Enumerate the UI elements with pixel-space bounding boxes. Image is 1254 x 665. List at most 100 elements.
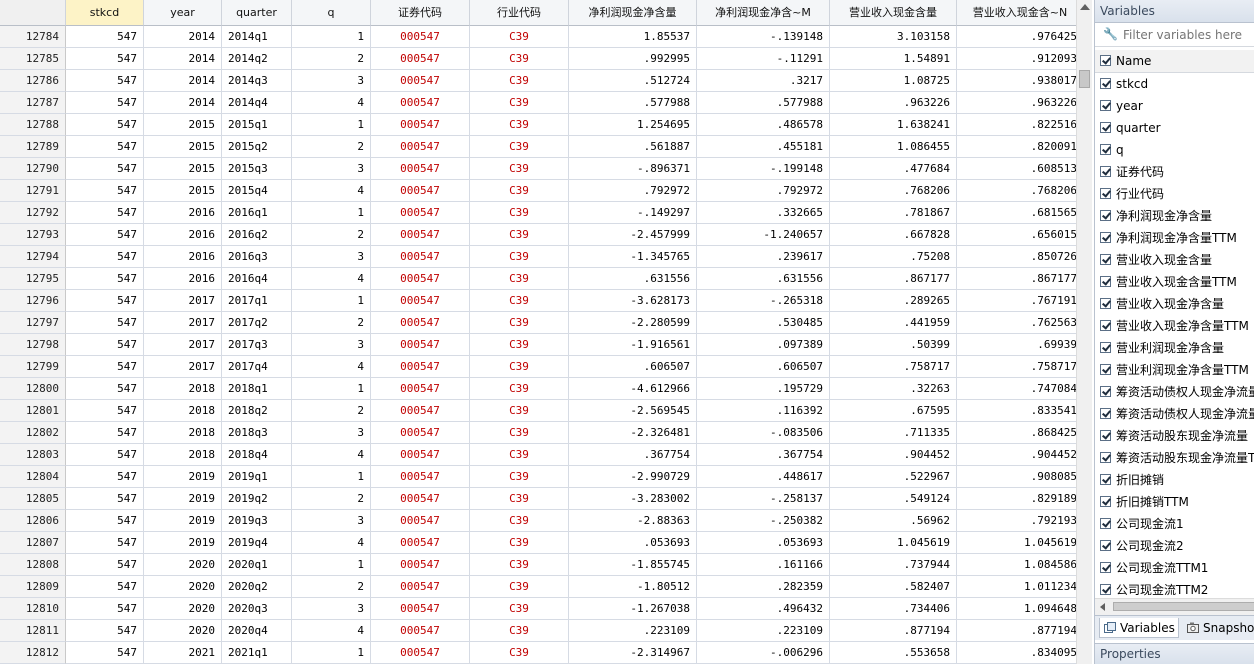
- cell-q[interactable]: 1: [292, 114, 371, 136]
- cell-np_cash_m[interactable]: .448617: [697, 466, 830, 488]
- row-number[interactable]: 12806: [0, 510, 66, 532]
- row-number[interactable]: 12807: [0, 532, 66, 554]
- cell-quarter[interactable]: 2014q3: [222, 70, 292, 92]
- row-number[interactable]: 12803: [0, 444, 66, 466]
- cell-np_cash[interactable]: .792972: [569, 180, 697, 202]
- cell-quarter[interactable]: 2020q2: [222, 576, 292, 598]
- cell-np_cash_m[interactable]: .577988: [697, 92, 830, 114]
- cell-seccode[interactable]: 000547: [371, 422, 470, 444]
- variable-visible-checkbox[interactable]: [1100, 144, 1111, 155]
- cell-indcode[interactable]: C39: [470, 510, 569, 532]
- cell-np_cash[interactable]: -2.280599: [569, 312, 697, 334]
- cell-np_cash_m[interactable]: .530485: [697, 312, 830, 334]
- variable-visible-checkbox[interactable]: [1100, 584, 1111, 595]
- cell-np_cash[interactable]: -.896371: [569, 158, 697, 180]
- table-row[interactable]: 12808 547 2020 2020q1 1 000547 C39 -1.855745.16…: [0, 554, 1084, 576]
- cell-stkcd[interactable]: 547: [66, 180, 144, 202]
- cell-year[interactable]: 2019: [144, 532, 222, 554]
- cell-year[interactable]: 2014: [144, 48, 222, 70]
- cell-np_cash[interactable]: -1.345765: [569, 246, 697, 268]
- cell-rev_cash_n[interactable]: .834095: [957, 642, 1084, 664]
- cell-np_cash[interactable]: .512724: [569, 70, 697, 92]
- variable-item[interactable]: 筹资活动债权人现金净流量: [1095, 403, 1254, 425]
- row-number[interactable]: 12786: [0, 70, 66, 92]
- cell-q[interactable]: 2: [292, 48, 371, 70]
- cell-stkcd[interactable]: 547: [66, 114, 144, 136]
- cell-q[interactable]: 1: [292, 642, 371, 664]
- table-row[interactable]: 12809 547 2020 2020q2 2 000547 C39 -1.80512.282…: [0, 576, 1084, 598]
- row-number[interactable]: 12804: [0, 466, 66, 488]
- cell-indcode[interactable]: C39: [470, 466, 569, 488]
- cell-rev_cash_n[interactable]: .822516: [957, 114, 1084, 136]
- cell-indcode[interactable]: C39: [470, 488, 569, 510]
- cell-rev_cash_n[interactable]: .850726: [957, 246, 1084, 268]
- variable-item[interactable]: 筹资活动债权人现金净流量: [1095, 381, 1254, 403]
- cell-indcode[interactable]: C39: [470, 180, 569, 202]
- cell-quarter[interactable]: 2019q3: [222, 510, 292, 532]
- cell-np_cash[interactable]: .577988: [569, 92, 697, 114]
- cell-quarter[interactable]: 2020q3: [222, 598, 292, 620]
- cell-rev_cash_n[interactable]: .792193: [957, 510, 1084, 532]
- row-number[interactable]: 12797: [0, 312, 66, 334]
- cell-stkcd[interactable]: 547: [66, 576, 144, 598]
- variable-visible-checkbox[interactable]: [1100, 364, 1111, 375]
- table-row[interactable]: 12791 547 2015 2015q4 4 000547 C39.792972.7929…: [0, 180, 1084, 202]
- cell-rev_cash[interactable]: 3.103158: [830, 26, 957, 48]
- cell-seccode[interactable]: 000547: [371, 224, 470, 246]
- row-number[interactable]: 12800: [0, 378, 66, 400]
- cell-stkcd[interactable]: 547: [66, 378, 144, 400]
- cell-np_cash[interactable]: .992995: [569, 48, 697, 70]
- cell-seccode[interactable]: 000547: [371, 532, 470, 554]
- cell-np_cash[interactable]: -2.569545: [569, 400, 697, 422]
- cell-stkcd[interactable]: 547: [66, 334, 144, 356]
- cell-indcode[interactable]: C39: [470, 136, 569, 158]
- cell-q[interactable]: 2: [292, 224, 371, 246]
- variable-item[interactable]: 证券代码: [1095, 161, 1254, 183]
- cell-rev_cash_n[interactable]: .767191: [957, 290, 1084, 312]
- cell-rev_cash[interactable]: .904452: [830, 444, 957, 466]
- cell-indcode[interactable]: C39: [470, 290, 569, 312]
- cell-q[interactable]: 3: [292, 422, 371, 444]
- cell-quarter[interactable]: 2018q2: [222, 400, 292, 422]
- row-number[interactable]: 12810: [0, 598, 66, 620]
- cell-np_cash[interactable]: -2.88363: [569, 510, 697, 532]
- cell-q[interactable]: 4: [292, 180, 371, 202]
- cell-q[interactable]: 3: [292, 246, 371, 268]
- row-number[interactable]: 12795: [0, 268, 66, 290]
- row-number[interactable]: 12812: [0, 642, 66, 664]
- cell-seccode[interactable]: 000547: [371, 488, 470, 510]
- cell-stkcd[interactable]: 547: [66, 598, 144, 620]
- column-header-np_cash_m[interactable]: 净利润现金净含~M: [697, 0, 830, 26]
- cell-rev_cash_n[interactable]: .867177: [957, 268, 1084, 290]
- cell-year[interactable]: 2018: [144, 422, 222, 444]
- cell-year[interactable]: 2014: [144, 92, 222, 114]
- cell-np_cash[interactable]: -1.855745: [569, 554, 697, 576]
- variable-item[interactable]: 净利润现金净含量TTM: [1095, 227, 1254, 249]
- cell-rev_cash[interactable]: 1.045619: [830, 532, 957, 554]
- grid-corner-cell[interactable]: [0, 0, 66, 26]
- row-number[interactable]: 12793: [0, 224, 66, 246]
- variable-item[interactable]: 营业利润现金净含量TTM: [1095, 359, 1254, 381]
- cell-rev_cash_n[interactable]: .904452: [957, 444, 1084, 466]
- cell-stkcd[interactable]: 547: [66, 202, 144, 224]
- variable-visible-checkbox[interactable]: [1100, 122, 1111, 133]
- cell-rev_cash[interactable]: 1.08725: [830, 70, 957, 92]
- cell-rev_cash[interactable]: .289265: [830, 290, 957, 312]
- variable-item[interactable]: 营业收入现金含量TTM: [1095, 271, 1254, 293]
- cell-np_cash_m[interactable]: .282359: [697, 576, 830, 598]
- cell-np_cash[interactable]: .606507: [569, 356, 697, 378]
- cell-rev_cash_n[interactable]: .608513: [957, 158, 1084, 180]
- cell-rev_cash[interactable]: .477684: [830, 158, 957, 180]
- cell-year[interactable]: 2014: [144, 26, 222, 48]
- table-row[interactable]: 12786 547 2014 2014q3 3 000547 C39.512724.3217…: [0, 70, 1084, 92]
- cell-q[interactable]: 3: [292, 70, 371, 92]
- cell-np_cash[interactable]: -3.283002: [569, 488, 697, 510]
- cell-stkcd[interactable]: 547: [66, 444, 144, 466]
- cell-year[interactable]: 2020: [144, 620, 222, 642]
- cell-quarter[interactable]: 2015q3: [222, 158, 292, 180]
- cell-stkcd[interactable]: 547: [66, 400, 144, 422]
- cell-quarter[interactable]: 2018q4: [222, 444, 292, 466]
- cell-indcode[interactable]: C39: [470, 378, 569, 400]
- cell-quarter[interactable]: 2019q4: [222, 532, 292, 554]
- cell-stkcd[interactable]: 547: [66, 466, 144, 488]
